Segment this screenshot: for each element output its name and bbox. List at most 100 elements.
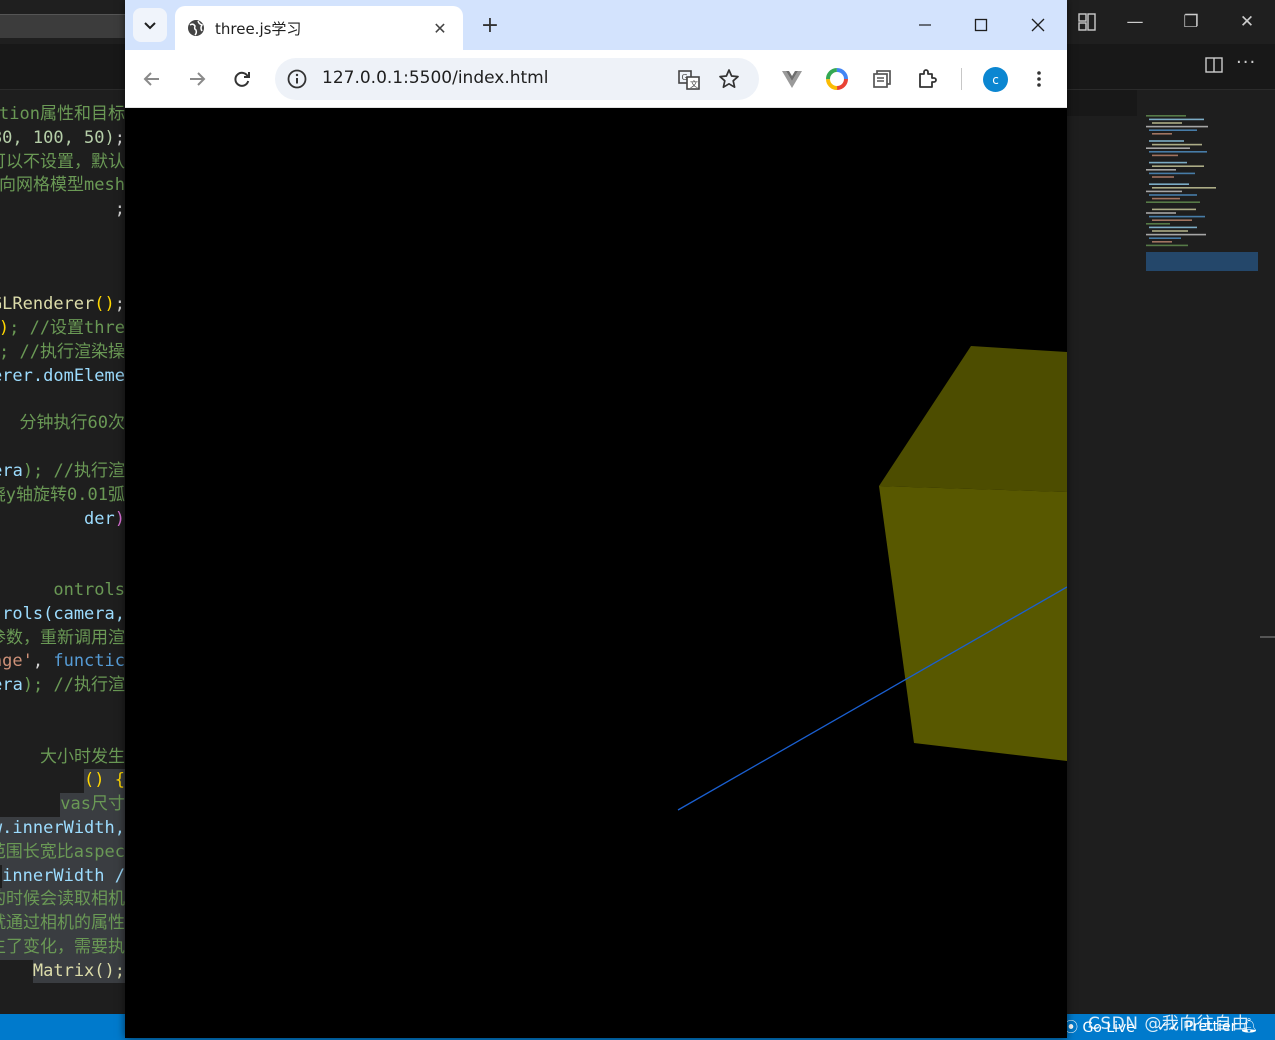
- code-token: mera: [0, 460, 23, 481]
- forward-button[interactable]: [185, 67, 209, 91]
- code-token: GLRenderer: [0, 294, 95, 315]
- code-line: ; //执行渲染操: [0, 341, 125, 365]
- more-vertical-icon: [1037, 71, 1041, 87]
- active-tab[interactable]: three.js学习 ✕: [175, 6, 463, 50]
- minimap-line: [1152, 165, 1204, 167]
- minimap-line: [1149, 194, 1197, 196]
- minimap-line: [1152, 122, 1182, 124]
- code-line: mera); //执行渲: [0, 674, 125, 698]
- page-viewport[interactable]: [125, 109, 1067, 1038]
- code-token: ;: [114, 127, 125, 148]
- code-line: 可以不设置，默认: [0, 151, 125, 175]
- minimap-viewport[interactable]: [1146, 252, 1258, 271]
- restore-icon[interactable]: ❐: [1163, 0, 1219, 44]
- new-tab-button[interactable]: +: [477, 12, 503, 38]
- code-line: nge', functic: [0, 650, 125, 674]
- profile-avatar[interactable]: c: [983, 67, 1008, 92]
- back-button[interactable]: [140, 67, 164, 91]
- code-token: ; //执行渲染操: [0, 341, 125, 362]
- minimize-window-button[interactable]: [902, 6, 948, 44]
- minimap-line: [1149, 140, 1184, 142]
- extensions-button[interactable]: [915, 67, 939, 91]
- reload-icon: [234, 71, 250, 87]
- code-line: vas尺寸: [0, 793, 125, 817]
- minimap-line: [1152, 154, 1178, 157]
- close-window-button[interactable]: [1015, 6, 1061, 44]
- color-extension[interactable]: [825, 67, 849, 91]
- more-actions-icon[interactable]: ···: [1236, 52, 1256, 73]
- vue-devtools-extension[interactable]: [780, 67, 804, 91]
- code-token: () {: [84, 769, 125, 794]
- chevron-down-icon: [144, 22, 156, 30]
- threejs-canvas[interactable]: [125, 109, 1067, 1038]
- address-bar[interactable]: 127.0.0.1:5500/index.html G 文: [275, 58, 759, 100]
- info-icon[interactable]: [286, 68, 308, 90]
- url-text[interactable]: 127.0.0.1:5500/index.html: [322, 68, 548, 88]
- code-line: ontrols: [0, 579, 125, 603]
- code-token: (80, 100, 50): [0, 127, 115, 148]
- code-line: derer.domEleme: [0, 365, 125, 389]
- close-icon[interactable]: ✕: [1219, 0, 1275, 44]
- code-token: 大小时发生: [40, 746, 125, 767]
- scrollbar-marker: [1260, 636, 1275, 638]
- minimize-icon[interactable]: —: [1107, 0, 1163, 44]
- code-line: Matrix();: [0, 959, 125, 984]
- puzzle-icon: [919, 69, 937, 88]
- split-editor-icon[interactable]: [1205, 56, 1223, 74]
- reload-button[interactable]: [230, 67, 254, 91]
- code-token: w.innerWidth,: [0, 816, 125, 841]
- code-token: 生了变化，需要执: [0, 935, 125, 960]
- code-line: 分钟执行60次: [0, 412, 125, 436]
- minimize-icon: [919, 24, 931, 26]
- tab-close-icon[interactable]: ✕: [429, 17, 451, 39]
- tab-search-button[interactable]: [133, 8, 167, 42]
- code-token: 可以不设置，默认: [0, 151, 125, 172]
- minimap-line: [1149, 237, 1181, 239]
- code-token: 分钟执行60次: [19, 413, 125, 434]
- minimap-line: [1146, 233, 1206, 236]
- code-line: GLRenderer();: [0, 293, 125, 317]
- minimap-line: [1152, 208, 1196, 211]
- code-token: ); //执行渲: [22, 675, 125, 696]
- code-token: ,: [32, 651, 54, 672]
- code-token: 的时候会读取相机: [0, 888, 125, 913]
- code-token: ): [0, 317, 9, 341]
- code-line: ;: [0, 198, 125, 222]
- code-token: functic: [53, 651, 125, 672]
- code-line: 绕y轴旋转0.01弧: [0, 484, 125, 508]
- tab-title: three.js学习: [215, 19, 302, 38]
- minimap-line: [1146, 212, 1176, 214]
- minimap-line: [1149, 215, 1205, 218]
- tabs-icon: [873, 70, 891, 88]
- maximize-window-button[interactable]: [958, 6, 1004, 44]
- tab-manager-extension[interactable]: [870, 67, 894, 91]
- minimap-line: [1146, 223, 1170, 225]
- star-icon[interactable]: [718, 68, 740, 90]
- code-token: 范围长宽比aspec: [0, 840, 125, 865]
- translate-icon[interactable]: G 文: [677, 68, 701, 92]
- code-line: innerWidth /: [0, 864, 125, 889]
- menu-button[interactable]: [1027, 67, 1051, 91]
- code-line: 的时候会读取相机: [0, 888, 125, 913]
- layout-icon[interactable]: [1078, 13, 1096, 31]
- minimap-line: [1152, 187, 1216, 189]
- code-line: ); //设置thre: [0, 317, 125, 341]
- minimap-line: [1152, 219, 1192, 221]
- maximize-icon: [974, 18, 988, 32]
- minimap-line: [1146, 147, 1190, 149]
- svg-text:G: G: [682, 73, 688, 82]
- vscode-command-center[interactable]: [0, 14, 125, 38]
- vue-icon: [782, 71, 802, 88]
- code-token: 参数，重新调用渲: [0, 627, 125, 648]
- minimap-line: [1152, 176, 1174, 178]
- code-editor[interactable]: tion属性和目标(80, 100, 50);可以不设置，默认向网格模型mesh…: [0, 103, 125, 1017]
- minimap-line: [1146, 201, 1200, 203]
- code-line: (80, 100, 50);: [0, 127, 125, 151]
- vscode-window-controls: — ❐ ✕: [1107, 0, 1275, 44]
- code-line: w.innerWidth,: [0, 816, 125, 841]
- code-token: tion属性和目标: [0, 104, 125, 124]
- code-token: 就通过相机的属性: [0, 912, 125, 936]
